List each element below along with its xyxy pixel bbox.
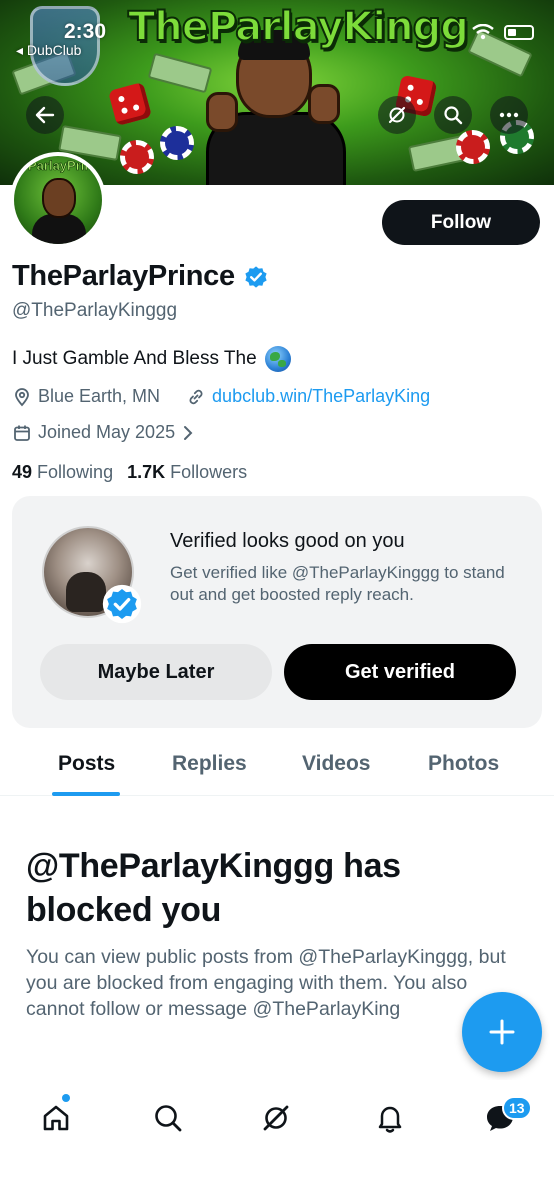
follow-counts: 49 Following 1.7K Followers: [12, 462, 247, 483]
search-icon: [444, 106, 463, 125]
avatar-character-body: [32, 214, 86, 244]
more-button[interactable]: [490, 96, 528, 134]
search-icon: [155, 1105, 182, 1132]
profile-tabs: Posts Replies Videos Photos: [0, 744, 554, 796]
display-name: TheParlayPrince: [12, 260, 235, 292]
followers-count: 1.7K: [127, 462, 166, 482]
back-arrow-icon: [35, 106, 55, 124]
profile-avatar[interactable]: ParlayPrin: [10, 152, 106, 248]
back-button[interactable]: [26, 96, 64, 134]
globe-emoji-icon: [264, 346, 291, 372]
calendar-icon: [14, 425, 30, 441]
verify-avatar-person: [66, 572, 106, 612]
following-link[interactable]: 49 Following: [12, 462, 113, 483]
search-button[interactable]: [434, 96, 472, 134]
profile-meta-row: Blue Earth, MN dubclub.win/TheParlayKing: [12, 386, 430, 407]
chevron-right-icon[interactable]: [181, 425, 195, 441]
blocked-title: @TheParlayKinggg has blocked you: [26, 847, 401, 929]
verified-badge-icon[interactable]: [243, 264, 269, 290]
bio-text: I Just Gamble And Bless The: [12, 348, 257, 369]
plus-icon: [489, 1019, 515, 1045]
follow-button[interactable]: Follow: [382, 200, 540, 245]
banner-money-decoration: [147, 52, 213, 94]
banner-chip-decoration: [160, 126, 194, 160]
followers-link[interactable]: 1.7K Followers: [127, 462, 247, 483]
banner-title: TheParlayKingg: [127, 3, 470, 51]
tab-posts[interactable]: Posts: [58, 752, 115, 776]
verify-card-description: Get verified like @TheParlayKinggg to st…: [170, 563, 505, 604]
nav-home[interactable]: [36, 1098, 76, 1138]
avatar-text: ParlayPrin: [28, 158, 93, 174]
grok-icon: [263, 1105, 289, 1131]
tab-videos[interactable]: Videos: [302, 752, 370, 776]
profile-bio: I Just Gamble And Bless The: [12, 346, 291, 372]
tab-replies[interactable]: Replies: [172, 752, 247, 776]
location-text: Blue Earth, MN: [38, 386, 161, 406]
home-notification-dot: [62, 1094, 70, 1102]
more-icon: [499, 112, 519, 118]
maybe-later-button[interactable]: Maybe Later: [40, 644, 272, 700]
verify-card-title: Verified looks good on you: [170, 530, 405, 552]
nav-search[interactable]: [148, 1098, 188, 1138]
tab-photos[interactable]: Photos: [428, 752, 499, 776]
banner-character-hand: [308, 84, 340, 124]
grok-button[interactable]: [378, 96, 416, 134]
wifi-icon: [472, 24, 494, 40]
status-back-app[interactable]: ◂ DubClub: [16, 42, 81, 59]
profile-handle: @TheParlayKinggg: [12, 300, 178, 321]
following-count: 49: [12, 462, 33, 482]
banner-character-hand: [206, 92, 238, 132]
location-icon: [15, 387, 29, 406]
display-name-row: TheParlayPrince: [12, 260, 269, 293]
banner-chip-decoration: [120, 140, 154, 174]
battery-icon: [504, 24, 534, 40]
verified-badge-icon: [102, 584, 142, 624]
get-verified-button[interactable]: Get verified: [284, 644, 516, 700]
nav-notifications[interactable]: [370, 1098, 410, 1138]
link-icon: [189, 389, 203, 404]
compose-button[interactable]: [462, 992, 542, 1072]
joined-text: Joined May 2025: [38, 422, 176, 442]
home-icon: [43, 1105, 69, 1131]
active-tab-indicator: [52, 792, 120, 796]
following-label: Following: [37, 462, 114, 482]
grok-icon: [388, 106, 406, 124]
banner-dice-decoration: [107, 81, 153, 127]
messages-badge: 13: [502, 1096, 532, 1120]
avatar-character-face: [42, 178, 76, 218]
blocked-description: You can view public posts from @TheParla…: [26, 946, 506, 1020]
joined-row: Joined May 2025: [12, 422, 195, 443]
status-time: 2:30: [64, 20, 107, 43]
bottom-navigation: 13: [0, 1080, 554, 1200]
avatar-image: ParlayPrin: [14, 156, 102, 244]
website-link[interactable]: dubclub.win/TheParlayKing: [212, 386, 430, 407]
followers-label: Followers: [170, 462, 248, 482]
nav-grok[interactable]: [256, 1098, 296, 1138]
banner-chip-decoration: [456, 130, 490, 164]
verified-promo-card: Verified looks good on you Get verified …: [12, 496, 542, 728]
status-icons: [472, 24, 534, 40]
notifications-icon: [378, 1106, 402, 1133]
